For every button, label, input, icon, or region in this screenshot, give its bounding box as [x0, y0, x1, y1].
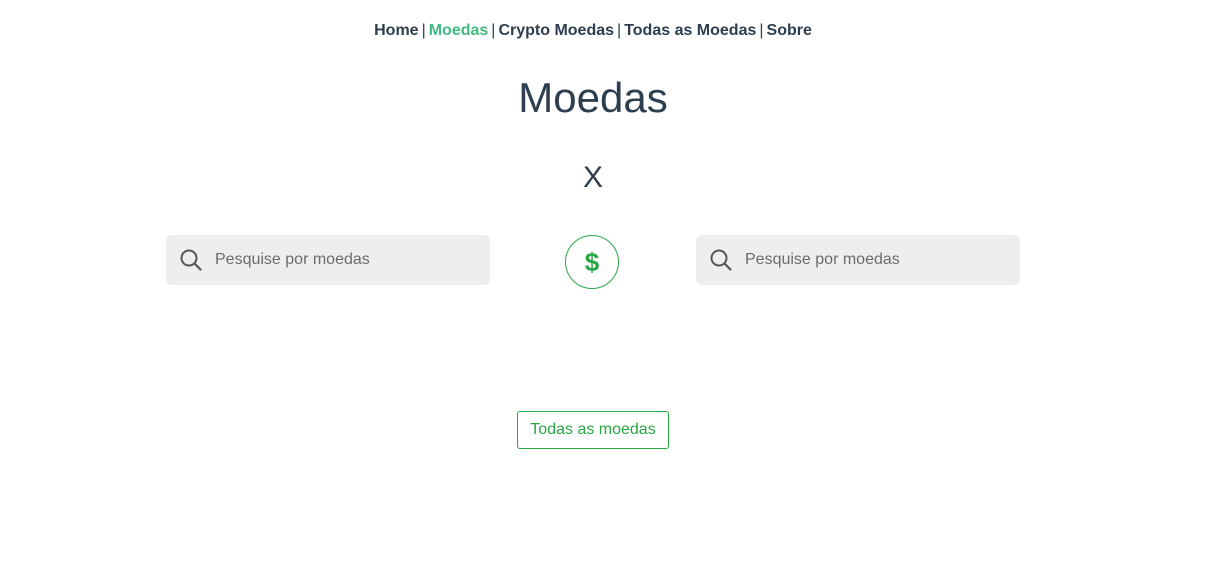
nav-link-todas-as-moedas[interactable]: Todas as Moedas: [624, 22, 756, 39]
nav-link-crypto-moedas[interactable]: Crypto Moedas: [498, 22, 614, 39]
nav-separator: |: [759, 22, 764, 39]
nav-separator: |: [421, 22, 426, 39]
dollar-icon: $: [584, 247, 600, 277]
search-box-to: [696, 235, 1020, 285]
nav-separator: |: [617, 22, 622, 39]
versus-label: X: [582, 161, 603, 194]
search-input-from[interactable]: [215, 235, 480, 285]
search-icon: [709, 248, 733, 272]
swap-currency-button[interactable]: $: [565, 235, 619, 289]
nav-link-sobre[interactable]: Sobre: [767, 22, 812, 39]
nav-link-moedas[interactable]: Moedas: [429, 22, 489, 39]
search-box-from: [166, 235, 490, 285]
page-title: Moedas: [518, 74, 668, 121]
all-currencies-button[interactable]: Todas as moedas: [517, 411, 669, 449]
nav-link-home[interactable]: Home: [374, 22, 418, 39]
search-input-to[interactable]: [745, 235, 1010, 285]
top-nav: Home | Moedas | Crypto Moedas | Todas as Moeda…: [0, 20, 1186, 42]
search-icon: [179, 248, 203, 272]
nav-separator: |: [491, 22, 496, 39]
